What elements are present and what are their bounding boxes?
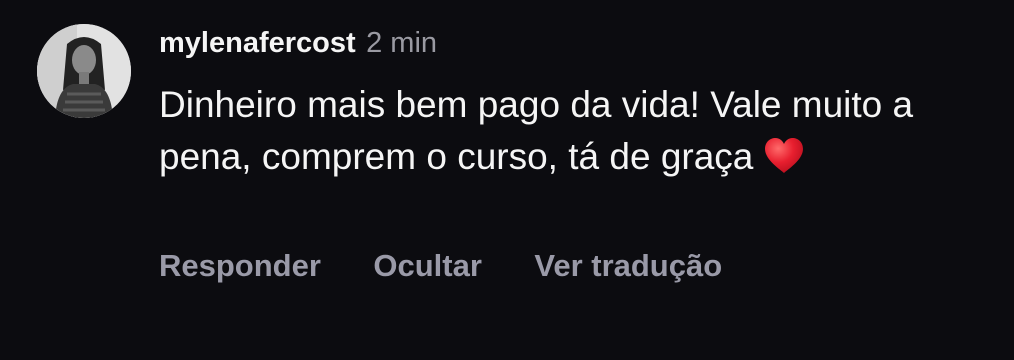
username[interactable]: mylenafercost: [159, 27, 356, 59]
red-heart-icon: [763, 137, 805, 189]
reply-button[interactable]: Responder: [159, 248, 321, 283]
comment-text: Dinheiro mais bem pago da vida! Vale mui…: [159, 79, 959, 189]
translate-button[interactable]: Ver tradução: [534, 248, 722, 283]
timestamp: 2 min: [366, 27, 438, 59]
comment-item: mylenafercost 2 min Dinheiro mais bem pa…: [0, 0, 1014, 360]
hide-button[interactable]: Ocultar: [373, 248, 482, 283]
comment-actions: Responder Ocultar Ver tradução: [159, 246, 770, 292]
comment-header: mylenafercost 2 min: [159, 26, 437, 65]
avatar-photo: [37, 24, 131, 118]
avatar[interactable]: [37, 24, 131, 118]
